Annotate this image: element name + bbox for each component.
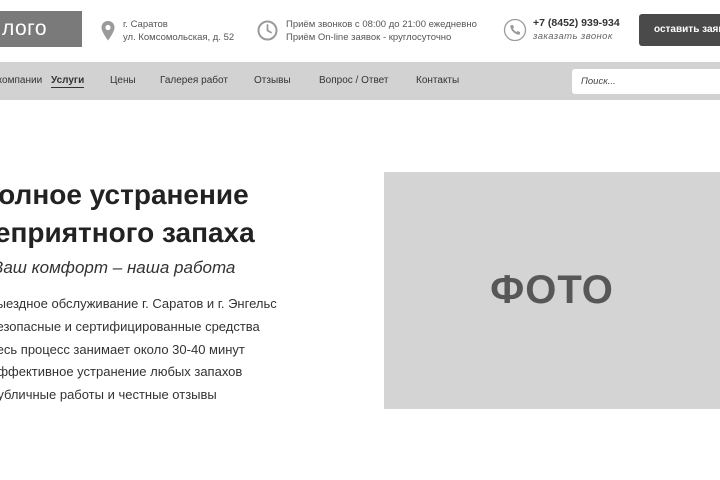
nav-item-contacts[interactable]: Контакты — [416, 75, 459, 86]
clock-icon — [257, 20, 278, 41]
hero-subtitle: Ваш комфорт – наша работа — [0, 258, 236, 277]
address-city: г. Саратов — [123, 19, 168, 30]
benefit-item: Эффективное устранение любых запахов — [0, 364, 243, 380]
hours-online: Приём On-line заявок - круглосуточно — [286, 32, 452, 43]
nav-item-reviews[interactable]: Отзывы — [254, 75, 291, 86]
hero-title: Полное устранение неприятного запаха — [0, 176, 255, 252]
hours-calls: Приём звонков с 08:00 до 21:00 ежедневно — [286, 19, 477, 30]
working-hours: Приём звонков с 08:00 до 21:00 ежедневно… — [286, 18, 477, 44]
nav-item-services[interactable]: Услуги — [51, 75, 85, 88]
benefits-list: Выездное обслуживание г. Саратов и г. Эн… — [0, 293, 277, 407]
benefit-item: Публичные работы и честные отзывы — [0, 387, 217, 403]
top-header: лого г. Саратов ул. Комсомольская, д. 52… — [0, 0, 720, 62]
benefit-item: Весь процесс занимает около 30-40 минут — [0, 341, 245, 357]
nav-item-faq[interactable]: Вопрос / Ответ — [319, 75, 388, 86]
map-pin-icon — [101, 21, 115, 41]
callback-link[interactable]: заказать звонок — [533, 31, 613, 42]
logo[interactable]: лого — [0, 11, 82, 47]
address-street: ул. Комсомольская, д. 52 — [123, 32, 235, 43]
phone-number[interactable]: +7 (8452) 939-934 — [533, 17, 620, 29]
photo-label: ФОТО — [490, 268, 614, 312]
benefit-item: Выездное обслуживание г. Саратов и г. Эн… — [0, 296, 277, 311]
address: г. Саратов ул. Комсомольская, д. 52 — [123, 18, 234, 44]
hero-title-line-1: Полное устранение — [0, 179, 249, 210]
benefit-item: Безопасные и сертифицированные средства — [0, 318, 260, 334]
search-input[interactable] — [572, 69, 720, 94]
submit-request-button[interactable]: оставить заявку — [639, 14, 720, 46]
nav-item-about[interactable]: О компании — [0, 75, 42, 86]
phone-icon — [503, 18, 527, 42]
nav-item-prices[interactable]: Цены — [110, 75, 136, 86]
hero-title-line-2: неприятного запаха — [0, 217, 255, 248]
nav-item-gallery[interactable]: Галерея работ — [160, 75, 228, 86]
photo-placeholder: ФОТО — [384, 172, 720, 409]
